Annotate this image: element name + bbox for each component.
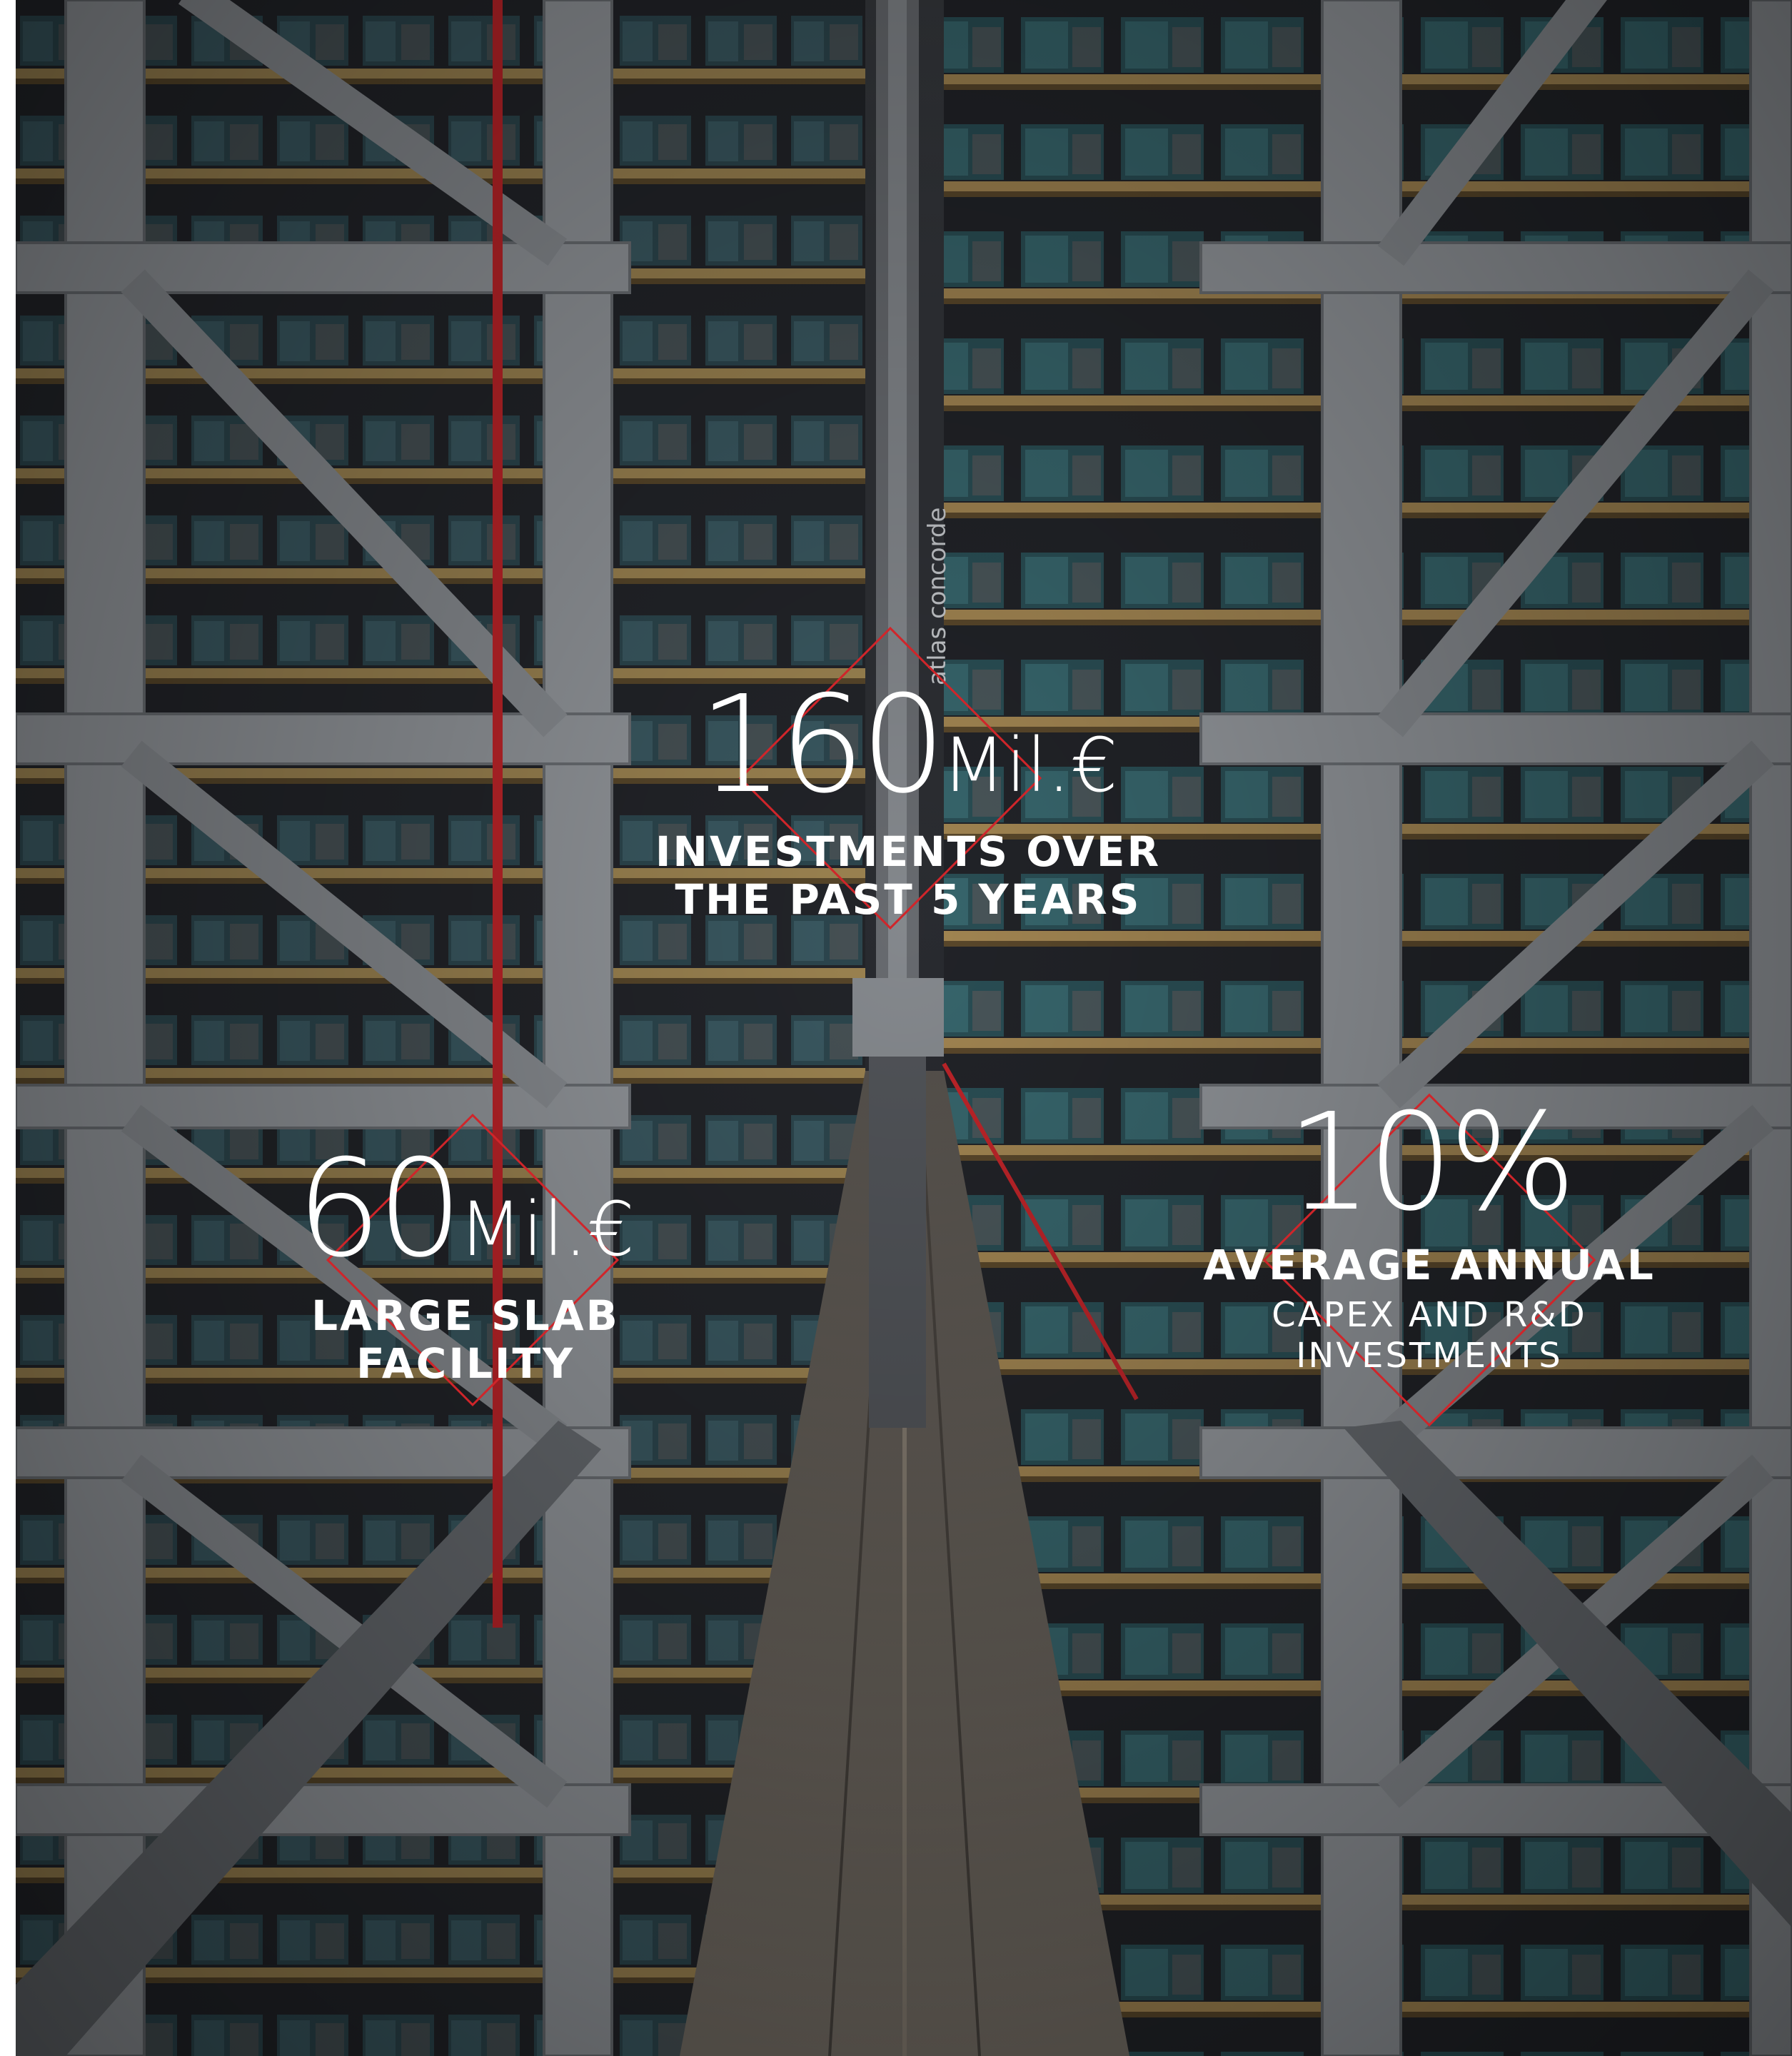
stat-1-caption-line-1: INVESTMENTS OVER	[655, 827, 1162, 876]
stat-investments-5-years: 160Mil.€ INVESTMENTS OVER THE PAST 5 YEA…	[644, 678, 1172, 923]
stat-3-value: 10%	[1287, 1084, 1576, 1241]
stat-3-value-line: 10%	[1187, 1096, 1672, 1230]
stat-1-value: 160	[698, 667, 946, 823]
stat-1-unit: Mil.€	[942, 722, 1118, 809]
stat-2-unit: Mil.€	[458, 1186, 635, 1273]
stat-3-caption-line-3: INVESTMENTS	[1296, 1336, 1563, 1376]
stat-2-value-line: 60Mil.€	[237, 1142, 694, 1276]
dark-overlay	[16, 0, 1792, 2056]
infographic-stage: atlas concorde	[16, 0, 1792, 2056]
stat-2-caption-line-1: LARGE SLAB	[311, 1291, 620, 1340]
stat-large-slab-facility: 60Mil.€ LARGE SLAB FACILITY	[237, 1142, 694, 1387]
stat-1-value-line: 160Mil.€	[644, 678, 1172, 812]
stat-2-value: 60	[296, 1131, 463, 1287]
stat-2-caption-line-2: FACILITY	[356, 1339, 575, 1388]
stat-3-caption-bold: AVERAGE ANNUAL	[1203, 1241, 1656, 1289]
stat-average-annual-capex: 10% AVERAGE ANNUAL CAPEX AND R&D INVESTM…	[1187, 1096, 1672, 1377]
stat-1-caption-line-2: THE PAST 5 YEARS	[675, 875, 1142, 924]
stat-3-caption-line-2: CAPEX AND R&D	[1272, 1294, 1587, 1335]
